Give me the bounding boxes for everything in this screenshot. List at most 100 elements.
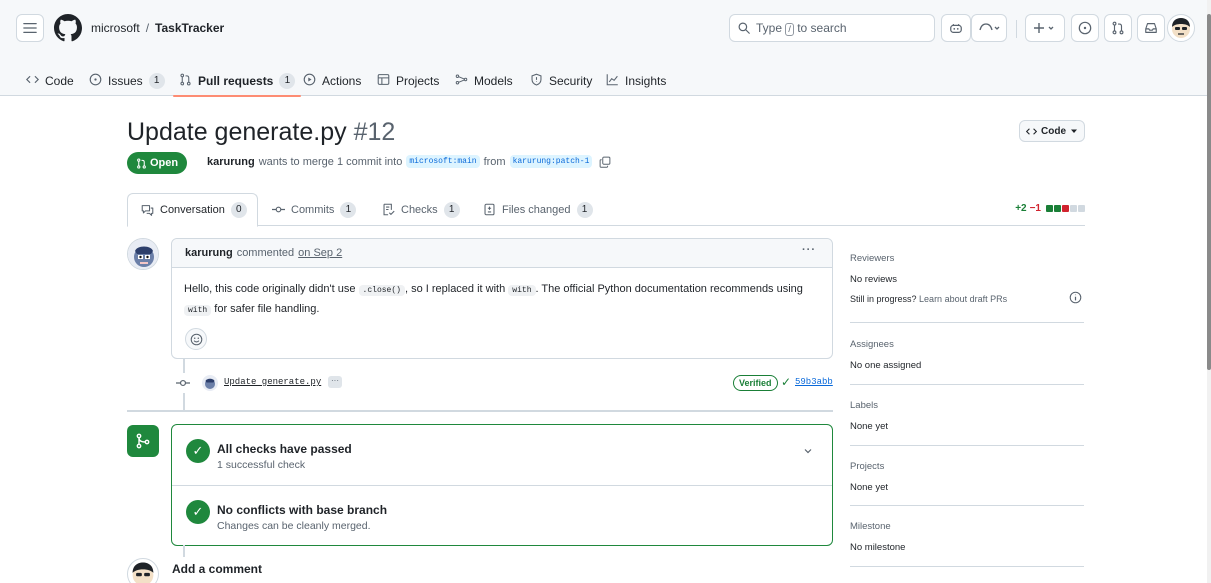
comment-options-button[interactable]: ···	[802, 244, 816, 256]
draft-pr-link[interactable]: Learn about draft PRs	[919, 294, 1007, 304]
pull-requests-button[interactable]	[1104, 14, 1132, 42]
commit-message-link[interactable]: Update generate.py	[224, 377, 321, 387]
tab-label: Code	[45, 74, 74, 88]
tab-code[interactable]: Code	[25, 66, 74, 96]
sidebar-section-value: None yet	[850, 421, 889, 432]
copilot-dropdown-button[interactable]	[971, 14, 1007, 42]
shield-icon	[530, 73, 543, 89]
tab-label: Insights	[625, 74, 667, 88]
head-branch[interactable]: karurung:patch-1	[509, 155, 593, 168]
user-avatar[interactable]	[1167, 14, 1195, 42]
comment-text: . The official Python documentation reco…	[535, 283, 803, 295]
check-icon: ✓	[781, 375, 792, 389]
tab-label: Conversation	[160, 204, 225, 216]
tab-checks[interactable]: Checks 1	[382, 193, 460, 226]
repo-nav: Code Issues 1 Pull requests 1 Actions Pr…	[0, 66, 1207, 97]
breadcrumb-separator: /	[145, 21, 150, 35]
merge-status-icon	[127, 425, 159, 457]
tab-files-changed[interactable]: Files changed 1	[483, 193, 593, 226]
tab-insights[interactable]: Insights	[606, 66, 666, 96]
tab-conversation[interactable]: Conversation 0	[127, 193, 258, 227]
tab-label: Models	[474, 74, 513, 88]
tab-label: Pull requests	[198, 74, 274, 88]
copy-icon[interactable]	[599, 156, 611, 168]
chevron-down-icon[interactable]	[802, 445, 814, 460]
tab-projects[interactable]: Projects	[377, 66, 439, 96]
add-comment-heading: Add a comment	[172, 562, 263, 576]
tab-label: Actions	[322, 74, 362, 88]
pr-number: #12	[353, 118, 396, 146]
base-branch[interactable]: microsoft:main	[406, 155, 480, 168]
diff-box-add	[1054, 205, 1061, 212]
sidebar-section-title[interactable]: Reviewers	[850, 253, 894, 264]
copilot-button[interactable]	[941, 14, 971, 42]
menu-button[interactable]	[16, 14, 44, 42]
repo-owner-link[interactable]: microsoft	[91, 21, 140, 35]
github-logo-icon[interactable]	[54, 14, 82, 42]
checks-status-subtitle: 1 successful check	[217, 459, 306, 471]
tab-count: 0	[230, 202, 247, 218]
pr-from-text: from	[483, 155, 506, 168]
commit-sha-link[interactable]: 59b3abb	[795, 377, 833, 387]
sidebar-assignees: Assignees No one assigned	[850, 323, 1084, 385]
comment-text: Hello, this code originally didn't use	[184, 283, 356, 295]
inbox-button[interactable]	[1137, 14, 1165, 42]
copilot-icon	[950, 24, 962, 33]
comment-author-link[interactable]: karurung	[185, 247, 233, 259]
tab-label: Commits	[291, 203, 335, 216]
comment-text: for safer file handling.	[214, 303, 320, 315]
comment-header: karurung commented on Sep 2 ···	[172, 239, 832, 268]
issues-button[interactable]	[1071, 14, 1099, 42]
copilot-dropdown-icon	[979, 23, 1000, 31]
sidebar-section-value: None yet	[850, 482, 889, 493]
page-scrollbar-thumb[interactable]	[1207, 14, 1211, 370]
info-icon[interactable]	[1069, 291, 1082, 307]
tab-count: 1	[340, 201, 357, 218]
comment-author-avatar[interactable]	[127, 238, 159, 270]
tab-label: Issues	[108, 74, 143, 88]
tab-pull-requests[interactable]: Pull requests 1	[172, 66, 302, 97]
sidebar-section-title[interactable]: Milestone	[850, 521, 891, 532]
checks-status-row[interactable]: ✓ All checks have passed 1 successful ch…	[172, 425, 832, 485]
pr-tabs: Conversation 0 Commits 1 Checks 1 Files …	[127, 193, 1085, 227]
conflicts-status-subtitle: Changes can be cleanly merged.	[217, 520, 371, 532]
pr-meta: karurung wants to merge 1 commit into mi…	[207, 155, 611, 168]
diff-box-neutral	[1070, 205, 1077, 212]
diff-stat: +2 −1	[1015, 203, 1085, 214]
sidebar-section-title[interactable]: Projects	[850, 461, 884, 472]
tab-commits[interactable]: Commits 1	[272, 193, 357, 226]
comment-action: commented	[236, 247, 295, 259]
pr-title-text: Update generate.py	[127, 118, 347, 146]
issue-icon	[89, 73, 102, 89]
commit-expand-button[interactable]: ···	[328, 376, 342, 388]
conflicts-status-title: No conflicts with base branch	[217, 503, 388, 517]
sidebar-section-title[interactable]: Assignees	[850, 339, 894, 350]
pr-state-badge: Open	[127, 152, 188, 174]
code-button-label: Code	[1041, 125, 1066, 137]
tab-security[interactable]: Security	[530, 66, 592, 96]
code-icon	[1026, 127, 1037, 135]
sidebar-section-title[interactable]: Labels	[850, 400, 878, 411]
verified-badge[interactable]: Verified	[733, 375, 778, 391]
add-reaction-button[interactable]	[185, 328, 207, 350]
sidebar-section-value: No milestone	[850, 542, 906, 553]
create-new-button[interactable]	[1025, 14, 1065, 42]
tab-label: Security	[549, 74, 593, 88]
file-diff-icon	[484, 203, 495, 216]
code-dropdown-button[interactable]: Code	[1019, 120, 1085, 142]
tab-actions[interactable]: Actions	[303, 66, 361, 96]
plus-icon	[1034, 23, 1054, 33]
repo-name-link[interactable]: TaskTracker	[155, 21, 224, 35]
tab-models[interactable]: Models	[455, 66, 513, 96]
commit-author-avatar[interactable]	[202, 375, 218, 391]
diff-deletions: −1	[1029, 203, 1041, 214]
search-placeholder-suffix: to search	[797, 20, 847, 35]
search-input[interactable]: Type / to search	[729, 14, 935, 42]
tab-issues[interactable]: Issues 1	[89, 66, 165, 96]
table-icon	[377, 73, 390, 89]
comment-timestamp-link[interactable]: on Sep 2	[298, 247, 342, 259]
search-placeholder-prefix: Type	[756, 20, 783, 35]
search-icon	[738, 22, 750, 34]
pr-author-link[interactable]: karurung	[207, 156, 255, 168]
caret-down-icon	[1071, 129, 1077, 133]
